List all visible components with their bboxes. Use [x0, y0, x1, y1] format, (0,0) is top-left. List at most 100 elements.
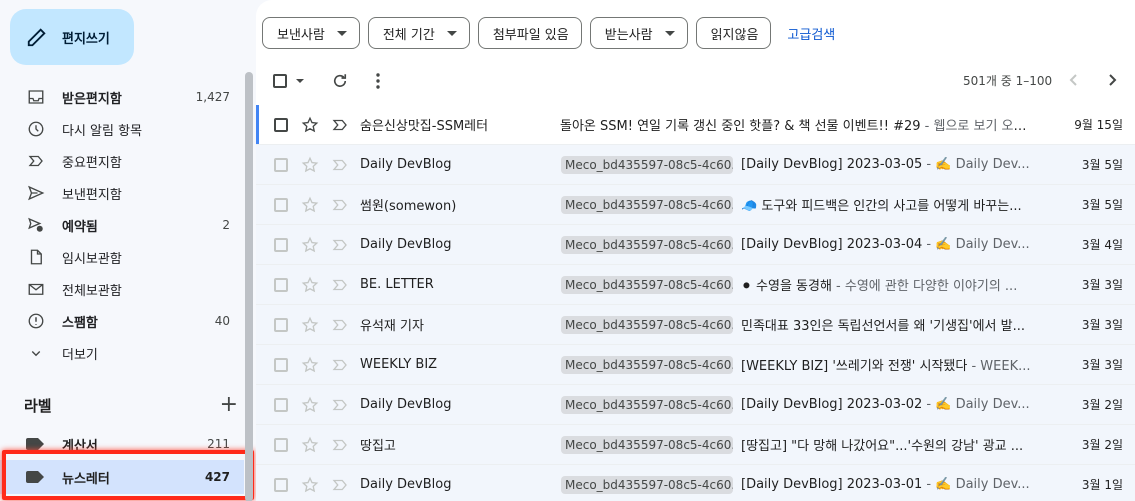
star-icon[interactable] — [301, 396, 319, 414]
email-label-chip[interactable]: Meco_bd435597-08c5-4c60... — [561, 475, 733, 494]
sidebar-item-1[interactable]: 다시 알림 항목 — [0, 113, 244, 145]
row-checkbox[interactable] — [274, 237, 288, 252]
email-sender: Daily DevBlog — [360, 397, 452, 412]
email-subject: [WEEKLY BIZ] '쓰레기와 전쟁' 시작됐다 — [741, 359, 968, 374]
star-icon[interactable] — [301, 316, 319, 334]
filter-chip-0[interactable]: 보낸사람 — [262, 17, 360, 49]
filter-chip-1[interactable]: 전체 기간 — [367, 17, 470, 49]
sidebar-item-label: 스팸함 — [62, 315, 98, 331]
star-icon[interactable] — [301, 116, 319, 134]
email-subject-line: [땅집고] "다 망해 나갔어요"...'수원의 강남' 광교 ... — [741, 435, 1033, 454]
important-marker-icon[interactable] — [331, 236, 349, 254]
sidebar-item-8[interactable]: 더보기 — [0, 337, 244, 369]
sidebar-item-7[interactable]: 스팸함 40 — [0, 305, 244, 337]
email-label-chip[interactable]: Meco_bd435597-08c5-4c60... — [561, 315, 733, 334]
email-row[interactable]: 숨은신상맛집-SSM레터 돌아온 SSM! 연일 기록 갱신 중인 핫플? & 책… — [256, 105, 1135, 145]
email-date: 3월 3일 — [1081, 278, 1123, 292]
email-row[interactable]: Daily DevBlog Meco_bd435597-08c5-4c60... [… — [256, 145, 1135, 185]
row-checkbox[interactable] — [274, 477, 288, 492]
important-marker-icon[interactable] — [331, 476, 349, 494]
email-row[interactable]: 유석재 기자 Meco_bd435597-08c5-4c60... 민족대표 33인… — [256, 305, 1135, 345]
email-label-chip[interactable]: Meco_bd435597-08c5-4c60... — [561, 395, 733, 414]
row-checkbox[interactable] — [274, 197, 288, 212]
important-marker-icon[interactable] — [331, 116, 349, 134]
main-panel: 보낸사람 전체 기간 첨부파일 있음 받는사람 읽지않음 고급검색 501개 중 1–10… — [256, 0, 1135, 501]
star-icon[interactable] — [301, 476, 319, 494]
advanced-search-link[interactable]: 고급검색 — [787, 24, 835, 43]
sidebar-item-5[interactable]: 임시보관함 — [0, 241, 244, 273]
email-subject: [Daily DevBlog] 2023-03-01 — [741, 477, 923, 492]
email-row[interactable]: 썸원(somewon) Meco_bd435597-08c5-4c60... 🧢 도… — [256, 185, 1135, 225]
chevron-left-icon[interactable] — [1066, 72, 1082, 88]
email-row[interactable]: WEEKLY BIZ Meco_bd435597-08c5-4c60... [WEE… — [256, 345, 1135, 385]
email-label-chip[interactable]: Meco_bd435597-08c5-4c60... — [561, 355, 733, 374]
refresh-icon[interactable] — [331, 72, 349, 90]
email-label-chip[interactable]: Meco_bd435597-08c5-4c60... — [561, 235, 733, 254]
star-icon[interactable] — [301, 276, 319, 294]
email-label-chip[interactable]: Meco_bd435597-08c5-4c60... — [561, 435, 733, 454]
important-marker-icon[interactable] — [331, 356, 349, 374]
important-marker-icon[interactable] — [331, 436, 349, 454]
row-checkbox[interactable] — [274, 357, 288, 372]
filter-chip-label: 보낸사람 — [277, 27, 325, 43]
email-label-chip[interactable]: Meco_bd435597-08c5-4c60... — [561, 195, 733, 214]
sidebar-item-count: 1,427 — [195, 90, 230, 104]
filter-chip-2[interactable]: 첨부파일 있음 — [477, 17, 582, 49]
email-row[interactable]: Daily DevBlog Meco_bd435597-08c5-4c60... [… — [256, 385, 1135, 425]
row-checkbox[interactable] — [274, 157, 288, 172]
email-row[interactable]: 땅집고 Meco_bd435597-08c5-4c60... [땅집고] "다 망해… — [256, 425, 1135, 465]
sidebar-item-4[interactable]: 예약됨 2 — [0, 209, 244, 241]
row-checkbox[interactable] — [274, 277, 288, 292]
filter-chip-label: 읽지않음 — [710, 27, 759, 43]
email-date: 3월 2일 — [1081, 398, 1123, 412]
clock-icon — [26, 119, 46, 139]
email-sender: BE. LETTER — [360, 277, 434, 292]
important-marker-icon[interactable] — [331, 316, 349, 334]
caret-down-icon — [664, 30, 675, 36]
pagination-text: 501개 중 1–100 — [963, 74, 1053, 88]
important-marker-icon[interactable] — [331, 276, 349, 294]
email-subject: [Daily DevBlog] 2023-03-05 — [741, 157, 923, 172]
email-label-chip[interactable]: Meco_bd435597-08c5-4c60... — [561, 155, 733, 174]
filter-chip-4[interactable]: 읽지않음 — [695, 17, 772, 49]
important-marker-icon[interactable] — [331, 156, 349, 174]
more-vert-icon[interactable] — [374, 72, 382, 90]
star-icon[interactable] — [301, 156, 319, 174]
sidebar-scrollbar[interactable] — [245, 72, 253, 501]
add-label-button[interactable]: + — [220, 394, 238, 416]
chevron-right-icon[interactable] — [1104, 72, 1120, 88]
email-date: 3월 4일 — [1081, 238, 1123, 252]
filter-chip-label: 전체 기간 — [382, 27, 435, 43]
star-icon[interactable] — [301, 236, 319, 254]
email-sender: WEEKLY BIZ — [360, 357, 438, 372]
caret-down-icon — [336, 30, 347, 36]
important-marker-icon[interactable] — [331, 196, 349, 214]
row-checkbox[interactable] — [274, 117, 288, 132]
label-count: 211 — [207, 437, 230, 451]
filter-chip-3[interactable]: 받는사람 — [589, 17, 688, 49]
compose-button[interactable]: 편지쓰기 — [10, 9, 134, 65]
row-checkbox[interactable] — [274, 317, 288, 332]
email-subject-line: 돌아온 SSM! 연일 기록 갱신 중인 핫플? & 책 선물 이벤트!! #2… — [560, 115, 1033, 134]
row-checkbox[interactable] — [274, 437, 288, 452]
filter-chip-label: 받는사람 — [604, 27, 653, 43]
labels-title: 라벨 — [24, 396, 52, 415]
email-date: 3월 2일 — [1081, 438, 1123, 452]
star-icon[interactable] — [301, 356, 319, 374]
sidebar-item-3[interactable]: 보낸편지함 — [0, 177, 244, 209]
sidebar-item-6[interactable]: 전체보관함 — [0, 273, 244, 305]
email-row[interactable]: BE. LETTER Meco_bd435597-08c5-4c60... ⚫ 수영… — [256, 265, 1135, 305]
select-all-checkbox[interactable] — [273, 74, 287, 88]
select-caret-icon[interactable] — [296, 79, 304, 83]
row-checkbox[interactable] — [274, 397, 288, 412]
star-icon[interactable] — [301, 436, 319, 454]
email-row[interactable]: Daily DevBlog Meco_bd435597-08c5-4c60... [… — [256, 225, 1135, 265]
sidebar-item-0[interactable]: 받은편지함 1,427 — [0, 81, 244, 113]
email-subject-line: ⚫ 수영을 동경해 - 수영에 관한 다양한 이야기의 ... — [741, 275, 1033, 294]
email-sender: Daily DevBlog — [360, 237, 452, 252]
email-row[interactable]: Daily DevBlog Meco_bd435597-08c5-4c60... [… — [256, 465, 1135, 501]
star-icon[interactable] — [301, 196, 319, 214]
important-marker-icon[interactable] — [331, 396, 349, 414]
email-label-chip[interactable]: Meco_bd435597-08c5-4c60... — [561, 275, 733, 294]
sidebar-item-2[interactable]: 중요편지함 — [0, 145, 244, 177]
